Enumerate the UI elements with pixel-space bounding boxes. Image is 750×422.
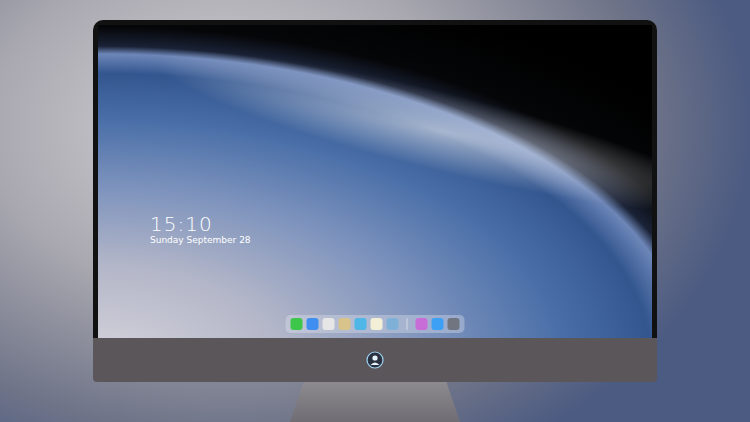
lock-clock: 15:10 Sunday September 28 xyxy=(150,213,251,247)
dock xyxy=(286,315,465,333)
app-icon[interactable] xyxy=(432,318,444,330)
desktop-wallpaper: 15:10 Sunday September 28 xyxy=(98,25,652,338)
app-icon[interactable] xyxy=(355,318,367,330)
screen-bezel: 15:10 Sunday September 28 xyxy=(93,20,657,338)
clock-date: Sunday September 28 xyxy=(150,235,251,247)
app-icon[interactable] xyxy=(416,318,428,330)
app-icon[interactable] xyxy=(339,318,351,330)
app-icon[interactable] xyxy=(307,318,319,330)
logo-icon xyxy=(366,351,384,369)
dock-separator xyxy=(407,318,408,330)
clock-time: 15:10 xyxy=(150,213,251,235)
monitor: 15:10 Sunday September 28 xyxy=(93,20,657,422)
app-icon[interactable] xyxy=(387,318,399,330)
monitor-chin xyxy=(93,338,657,382)
app-icon[interactable] xyxy=(448,318,460,330)
app-icon[interactable] xyxy=(371,318,383,330)
app-icon[interactable] xyxy=(323,318,335,330)
monitor-stand xyxy=(290,382,460,422)
app-icon[interactable] xyxy=(291,318,303,330)
